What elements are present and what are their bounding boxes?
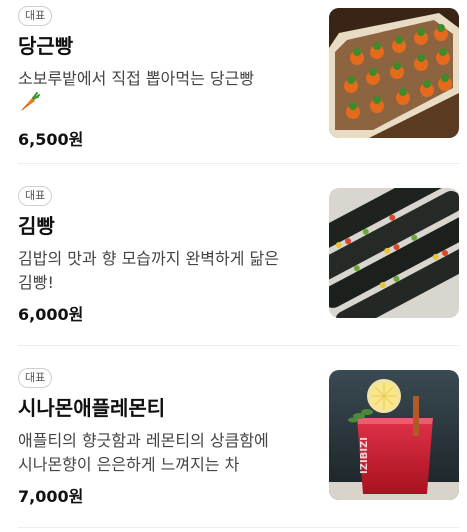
menu-item-name: 김빵 bbox=[18, 214, 55, 238]
menu-item-name: 시나몬애플레몬티 bbox=[18, 396, 166, 420]
signature-badge: 대표 bbox=[18, 6, 53, 26]
menu-item-description-text: 소보루밭에서 직접 뽑아먹는 당근빵 bbox=[18, 69, 255, 88]
menu-item-carrot-bread[interactable]: 대표 당근빵 소보루밭에서 직접 뽑아먹는 당근빵 6,500원 bbox=[0, 0, 467, 164]
glass-brand-text: IZIBIZI bbox=[359, 437, 370, 474]
menu-item-description: 김밥의 맛과 향 모습까지 완벽하게 닮은 김빵! bbox=[18, 249, 279, 292]
menu-item-text: 대표 시나몬애플레몬티 애플티의 향긋함과 레몬티의 상큼함에 시나몬향이 은은… bbox=[18, 366, 310, 507]
menu-item-description: 애플티의 향긋함과 레몬티의 상큼함에 시나몬향이 은은하게 느껴지는 차 bbox=[18, 431, 269, 474]
menu-item-price: 6,000원 bbox=[18, 305, 84, 324]
menu-item-text: 대표 김빵 김밥의 맛과 향 모습까지 완벽하게 닮은 김빵! 6,000원 bbox=[18, 184, 310, 325]
gimbap-bread-photo[interactable] bbox=[329, 188, 459, 318]
carrot-icon bbox=[18, 91, 40, 120]
menu-item-gimbap-bread[interactable]: 대표 김빵 김밥의 맛과 향 모습까지 완벽하게 닮은 김빵! 6,000원 bbox=[0, 164, 467, 346]
signature-badge: 대표 bbox=[18, 368, 53, 388]
menu-item-description: 소보루밭에서 직접 뽑아먹는 당근빵 bbox=[18, 67, 310, 120]
cinnamon-apple-lemon-tea-photo[interactable]: IZIBIZI bbox=[329, 370, 459, 500]
menu-item-price: 7,000원 bbox=[18, 487, 84, 506]
menu-item-price: 6,500원 bbox=[18, 130, 84, 149]
divider bbox=[18, 527, 459, 528]
menu-item-text: 대표 당근빵 소보루밭에서 직접 뽑아먹는 당근빵 6,500원 bbox=[18, 4, 310, 150]
carrot-bread-photo[interactable] bbox=[329, 8, 459, 138]
menu-item-cinnamon-apple-lemon-tea[interactable]: 대표 시나몬애플레몬티 애플티의 향긋함과 레몬티의 상큼함에 시나몬향이 은은… bbox=[0, 346, 467, 528]
menu-item-name: 당근빵 bbox=[18, 34, 74, 58]
signature-badge: 대표 bbox=[18, 186, 53, 206]
menu-list: 대표 당근빵 소보루밭에서 직접 뽑아먹는 당근빵 6,500원 대표 김빵 김… bbox=[0, 0, 467, 528]
